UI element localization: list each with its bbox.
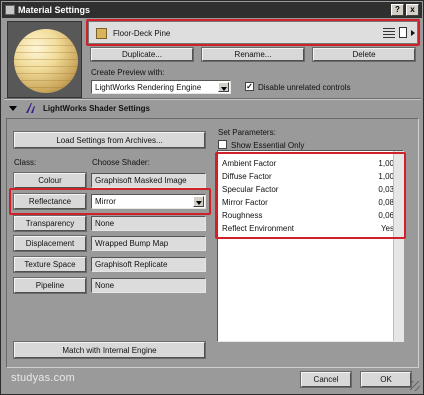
- window-title: Material Settings: [18, 5, 91, 15]
- material-preview: [7, 21, 82, 98]
- highlight-material-selector: [86, 19, 420, 46]
- close-button[interactable]: x: [406, 4, 419, 16]
- load-settings-button[interactable]: Load Settings from Archives...: [14, 132, 205, 148]
- wood-grain-texture: [14, 29, 78, 93]
- match-engine-button[interactable]: Match with Internal Engine: [14, 342, 205, 358]
- disable-unrelated-label: Disable unrelated controls: [258, 83, 351, 92]
- class-displacement-button[interactable]: Displacement: [14, 236, 86, 251]
- preview-engine-value: LightWorks Rendering Engine: [95, 82, 202, 92]
- shader-displacement-field: Wrapped Bump Map: [91, 236, 206, 251]
- show-essential-checkbox[interactable]: [218, 140, 227, 149]
- class-colour-button[interactable]: Colour: [14, 173, 86, 188]
- shader-transparency-field: None: [91, 216, 206, 231]
- delete-button[interactable]: Delete: [313, 48, 415, 61]
- preview-engine-select[interactable]: LightWorks Rendering Engine: [91, 80, 231, 94]
- show-essential-label: Show Essential Only: [231, 141, 305, 150]
- choose-shader-label: Choose Shader:: [92, 158, 150, 167]
- ok-button[interactable]: OK: [361, 372, 411, 387]
- disable-unrelated-checkbox[interactable]: ✓: [245, 82, 254, 91]
- collapse-triangle-icon[interactable]: [9, 105, 17, 111]
- window-icon: [5, 5, 15, 15]
- shader-pipeline-field: None: [91, 278, 206, 293]
- help-button[interactable]: ?: [391, 4, 404, 16]
- set-parameters-label: Set Parameters:: [218, 128, 276, 137]
- shader-section-title: LightWorks Shader Settings: [43, 103, 150, 113]
- create-preview-label: Create Preview with:: [91, 68, 165, 77]
- lightworks-logo-icon: [26, 103, 35, 113]
- shader-texture-space-field: Graphisoft Replicate: [91, 257, 206, 272]
- material-settings-window: Material Settings ? x Floor-Deck Pine Du…: [0, 0, 424, 395]
- shader-section-header[interactable]: LightWorks Shader Settings: [9, 102, 150, 114]
- divider: [4, 98, 421, 100]
- highlight-parameters: [215, 152, 406, 239]
- class-pipeline-button[interactable]: Pipeline: [14, 278, 86, 293]
- class-texture-space-button[interactable]: Texture Space: [14, 257, 86, 272]
- class-transparency-button[interactable]: Transparency: [14, 216, 86, 231]
- chevron-down-icon[interactable]: [218, 82, 229, 92]
- shader-colour-field: Graphisoft Masked Image: [91, 173, 206, 188]
- duplicate-button[interactable]: Duplicate...: [91, 48, 193, 61]
- title-bar: Material Settings ? x: [2, 2, 422, 18]
- watermark-text: studyas.com: [11, 372, 75, 384]
- class-label: Class:: [14, 158, 37, 167]
- resize-grip-icon[interactable]: [410, 381, 420, 391]
- rename-button[interactable]: Rename...: [202, 48, 304, 61]
- highlight-reflectance-row: [9, 188, 211, 215]
- cancel-button[interactable]: Cancel: [301, 372, 351, 387]
